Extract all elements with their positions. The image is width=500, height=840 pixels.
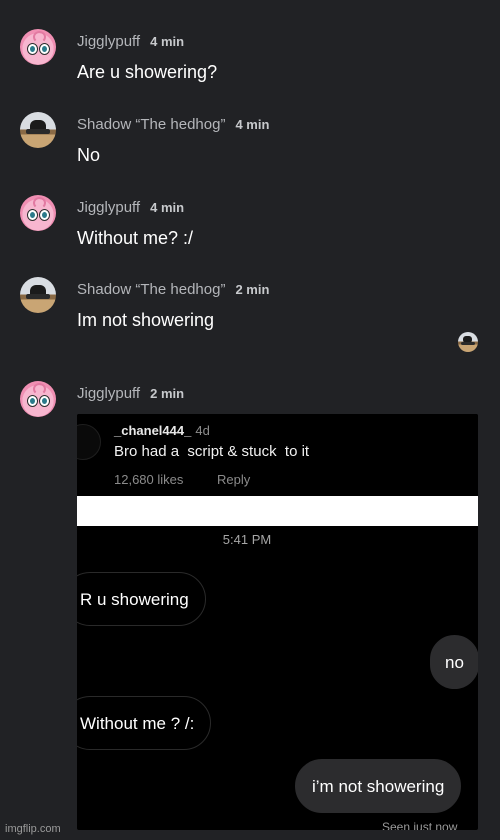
message-time: 4 min [235,117,270,132]
eye-icon [27,209,38,221]
embedded-bubble-received: Without me ? /: [77,696,212,750]
seen-status: Seen just now [382,820,458,830]
message-time: 2 min [235,282,270,297]
message-text: Without me? :/ [77,228,194,248]
attached-screenshot-image[interactable]: _chanel444_ 4d Bro had a script & stuck t… [77,414,478,830]
shadow-avatar[interactable] [20,112,56,148]
message-text: Im not showering [77,310,215,330]
message-time: 4 min [150,200,185,215]
comment-age: 4d [195,423,210,438]
author-name[interactable]: Jigglypuff 2 min [77,385,184,402]
eye-icon [39,395,50,407]
figure-base-icon [26,129,50,134]
embedded-bubble-sent: no [430,635,478,689]
comment-text: Bro had a script & stuck to it [114,443,310,460]
jigglypuff-avatar[interactable] [20,381,56,417]
embedded-bubble-sent: i’m not showering [295,759,462,813]
message-text: Are u showering? [77,62,218,82]
jigglypuff-avatar[interactable] [20,195,56,231]
eye-icon [27,395,38,407]
embedded-comment: _chanel444_ 4d Bro had a script & stuck t… [77,414,478,496]
commenter-avatar [77,424,101,460]
comment-likes: 12,680 likes [114,472,184,487]
author-name[interactable]: Jigglypuff 4 min [77,199,184,216]
message-text: No [77,145,101,165]
shadow-avatar[interactable] [20,277,56,313]
author-name[interactable]: Shadow “The hedhog” 4 min [77,116,269,133]
author-name[interactable]: Shadow “The hedhog” 2 min [77,281,269,298]
hair-curl-icon [33,31,46,43]
author-name[interactable]: Jigglypuff 4 min [77,33,184,50]
hair-curl-icon [33,383,46,395]
message-time: 2 min [150,386,185,401]
jigglypuff-avatar[interactable] [20,29,56,65]
message-time: 4 min [150,34,185,49]
embedded-bubble-received: R u showering [77,572,206,626]
embedded-chat-time: 5:41 PM [222,532,272,547]
read-receipt-avatar [458,332,478,352]
divider-band [77,496,478,526]
eye-icon [39,209,50,221]
imgflip-watermark: imgflip.com [5,823,61,835]
hair-curl-icon [33,197,46,209]
eye-icon [39,43,50,55]
figure-base-icon [26,294,50,299]
figure-base-icon [461,342,475,345]
comment-reply: Reply [217,472,251,487]
eye-icon [27,43,38,55]
comment-username: _chanel444_ 4d [114,423,210,438]
